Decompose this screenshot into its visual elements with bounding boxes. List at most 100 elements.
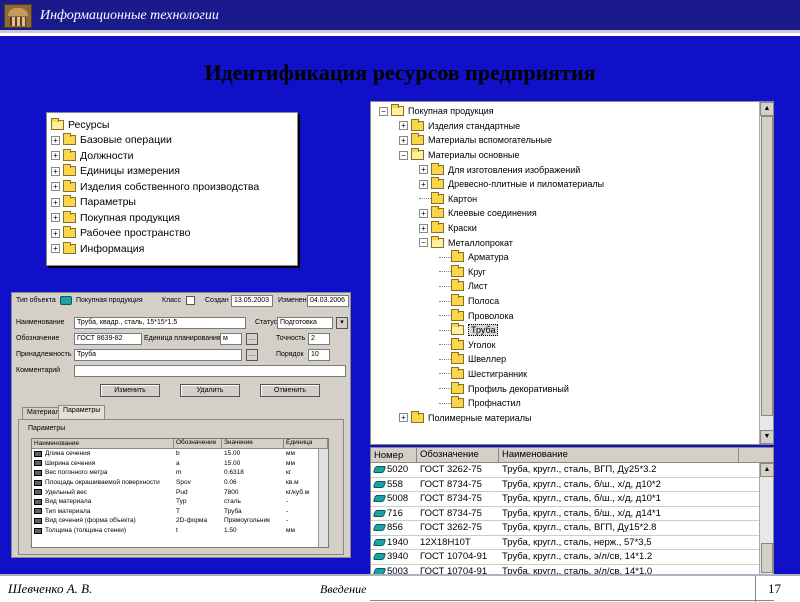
expand-plus-icon[interactable]: +	[51, 166, 60, 176]
tree-item[interactable]: + Материалы вспомогательные	[373, 133, 773, 148]
tree-item[interactable]: Полоса	[373, 294, 773, 309]
params-row[interactable]: Вид материала Typ сталь -	[32, 497, 328, 507]
belongs-field[interactable]: Труба	[74, 349, 242, 361]
tree-item[interactable]: − Металлопрокат	[373, 235, 773, 250]
tree-item[interactable]: Проволока	[373, 308, 773, 323]
tree-item[interactable]: + Информация	[51, 241, 297, 257]
expand-plus-icon[interactable]: +	[419, 179, 428, 189]
table-row[interactable]: 5008 ГОСТ 8734-75 Труба, кругл., сталь, б/…	[371, 492, 773, 507]
tree-item[interactable]: + Покупная продукция	[51, 210, 297, 226]
expand-plus-icon[interactable]: +	[419, 223, 428, 233]
expand-plus-icon[interactable]: +	[51, 151, 60, 161]
column-header[interactable]: Наименование	[32, 439, 174, 448]
column-header[interactable]: Обозначение	[417, 448, 499, 462]
expand-plus-icon[interactable]: +	[399, 413, 408, 423]
tree-item[interactable]: + Изделия стандартные	[373, 118, 773, 134]
expand-plus-icon[interactable]: +	[419, 208, 428, 218]
tree-item[interactable]: Круг	[373, 264, 773, 280]
tree-item[interactable]: Шестигранник	[373, 366, 773, 382]
created-field[interactable]: 13.05.2003	[231, 295, 273, 307]
tree-item[interactable]: + Изделия собственного производства	[51, 179, 297, 195]
expand-plus-icon[interactable]: +	[51, 213, 60, 223]
tree-item[interactable]: Швеллер	[373, 352, 773, 367]
column-header[interactable]: Обозначение	[174, 439, 222, 448]
precision-field[interactable]: 2	[308, 333, 330, 345]
params-row[interactable]: Ширина сечения a 15.00 мм	[32, 459, 328, 469]
table-row[interactable]: 856 ГОСТ 3262-75 Труба, кругл., сталь, ВГП…	[371, 521, 773, 536]
cell-name: Труба, кругл., сталь, нерж., 57*3,5	[502, 536, 652, 548]
changed-field[interactable]: 04.03.2006	[307, 295, 349, 307]
unit-picker-icon[interactable]: …	[246, 333, 258, 345]
belongs-picker-icon[interactable]: …	[246, 349, 258, 361]
tree-item[interactable]: + Рабочее пространство	[51, 226, 297, 242]
tree-item[interactable]: + Единицы измерения	[51, 164, 297, 180]
tree-item[interactable]: Картон	[373, 191, 773, 207]
expand-plus-icon[interactable]: +	[399, 135, 408, 145]
tab-parameters[interactable]: Параметры	[58, 405, 106, 419]
tree-item[interactable]: Лист	[373, 279, 773, 294]
tree-item[interactable]: + Клеевые соединения	[373, 206, 773, 221]
tree-item[interactable]: + Должности	[51, 148, 297, 164]
collapse-minus-icon[interactable]: −	[419, 238, 428, 248]
params-row[interactable]: Вид сечения (форма объекта) 2D-форма Прямо…	[32, 516, 328, 526]
tree-item-label: Краски	[448, 223, 477, 234]
params-row[interactable]: Тип материала T Труба -	[32, 507, 328, 517]
expand-plus-icon[interactable]: +	[51, 135, 60, 145]
expand-plus-icon[interactable]: +	[51, 182, 60, 192]
params-row[interactable]: Толщина (толщина стенки) t 1.50 мм	[32, 526, 328, 536]
status-dropdown-icon[interactable]: ▾	[336, 317, 348, 329]
tree-item[interactable]: + Параметры	[51, 195, 297, 211]
column-header[interactable]: Значение	[222, 439, 284, 448]
column-header[interactable]: Единица	[284, 439, 328, 448]
tree-root-purchased[interactable]: − Покупная продукция	[373, 104, 773, 119]
table-row[interactable]: 5020 ГОСТ 3262-75 Труба, кругл., сталь, ВГ…	[371, 463, 773, 478]
change-button[interactable]: Изменить	[100, 384, 160, 397]
tree-item[interactable]: + Краски	[373, 221, 773, 236]
tree-scrollbar[interactable]: ▲ ▼	[759, 102, 773, 444]
tree-item[interactable]: + Базовые операции	[51, 133, 297, 149]
collapse-minus-icon[interactable]: −	[399, 150, 408, 160]
comment-field[interactable]	[74, 365, 346, 377]
expand-plus-icon[interactable]: +	[419, 165, 428, 175]
tree-root-resources[interactable]: Ресурсы	[51, 117, 297, 133]
tree-item[interactable]: Профнастил	[373, 396, 773, 411]
tree-item[interactable]: Уголок	[373, 337, 773, 353]
params-row[interactable]: Площадь окрашиваемой поверхности Spov 0.06…	[32, 478, 328, 488]
table-row[interactable]: 3940 ГОСТ 10704-91 Труба, кругл., сталь, э…	[371, 550, 773, 565]
status-select[interactable]: Подготовка	[277, 317, 333, 329]
tree-item[interactable]: Профиль декоративный	[373, 381, 773, 396]
tree-item[interactable]: − Материалы основные	[373, 148, 773, 163]
name-field[interactable]: Труба, квадр., сталь, 15*15*1.5	[74, 317, 246, 329]
expand-plus-icon[interactable]: +	[51, 228, 60, 238]
scrollbar-thumb[interactable]	[761, 116, 773, 416]
order-field[interactable]: 10	[308, 349, 330, 361]
table-row[interactable]: 558 ГОСТ 8734-75 Труба, кругл., сталь, б/ш…	[371, 478, 773, 492]
expand-plus-icon[interactable]: +	[51, 197, 60, 207]
tree-item[interactable]: + Полимерные материалы	[373, 410, 773, 425]
column-header[interactable]: Наименование	[499, 448, 739, 462]
table-row[interactable]: 716 ГОСТ 8734-75 Труба, кругл., сталь, б/ш…	[371, 507, 773, 521]
params-row[interactable]: Длина сечения b 15.00 мм	[32, 449, 328, 459]
table-row[interactable]: 1940 12Х18Н10Т Труба, кругл., сталь, нерж.…	[371, 536, 773, 550]
delete-button[interactable]: Удалить	[180, 384, 240, 397]
column-header[interactable]: Номер	[371, 448, 417, 462]
tree-item[interactable]: Арматура	[373, 250, 773, 265]
unit-field[interactable]: м	[220, 333, 242, 345]
expand-plus-icon[interactable]: +	[399, 121, 408, 131]
params-scrollbar[interactable]	[318, 449, 328, 547]
scroll-up-arrow-icon[interactable]: ▲	[760, 463, 773, 477]
params-row[interactable]: Вес погонного метра m 0.6318 кг	[32, 468, 328, 478]
tree-item[interactable]: + Древесно-плитные и пиломатериалы	[373, 177, 773, 192]
class-checkbox[interactable]	[186, 296, 195, 305]
cancel-button[interactable]: Отменить	[260, 384, 320, 397]
scroll-down-arrow-icon[interactable]: ▼	[760, 430, 773, 444]
param-symbol: m	[176, 469, 182, 477]
collapse-minus-icon[interactable]: −	[379, 106, 388, 116]
tree-item[interactable]: Труба	[373, 323, 773, 338]
tree-item[interactable]: + Для изготовления изображений	[373, 162, 773, 177]
params-row[interactable]: Удельный вес Pud 7800 кг/куб.м	[32, 487, 328, 497]
scrollbar-thumb[interactable]	[761, 543, 773, 573]
expand-plus-icon[interactable]: +	[51, 244, 60, 254]
designation-field[interactable]: ГОСТ 8639-82	[74, 333, 142, 345]
scroll-up-arrow-icon[interactable]: ▲	[760, 102, 773, 116]
